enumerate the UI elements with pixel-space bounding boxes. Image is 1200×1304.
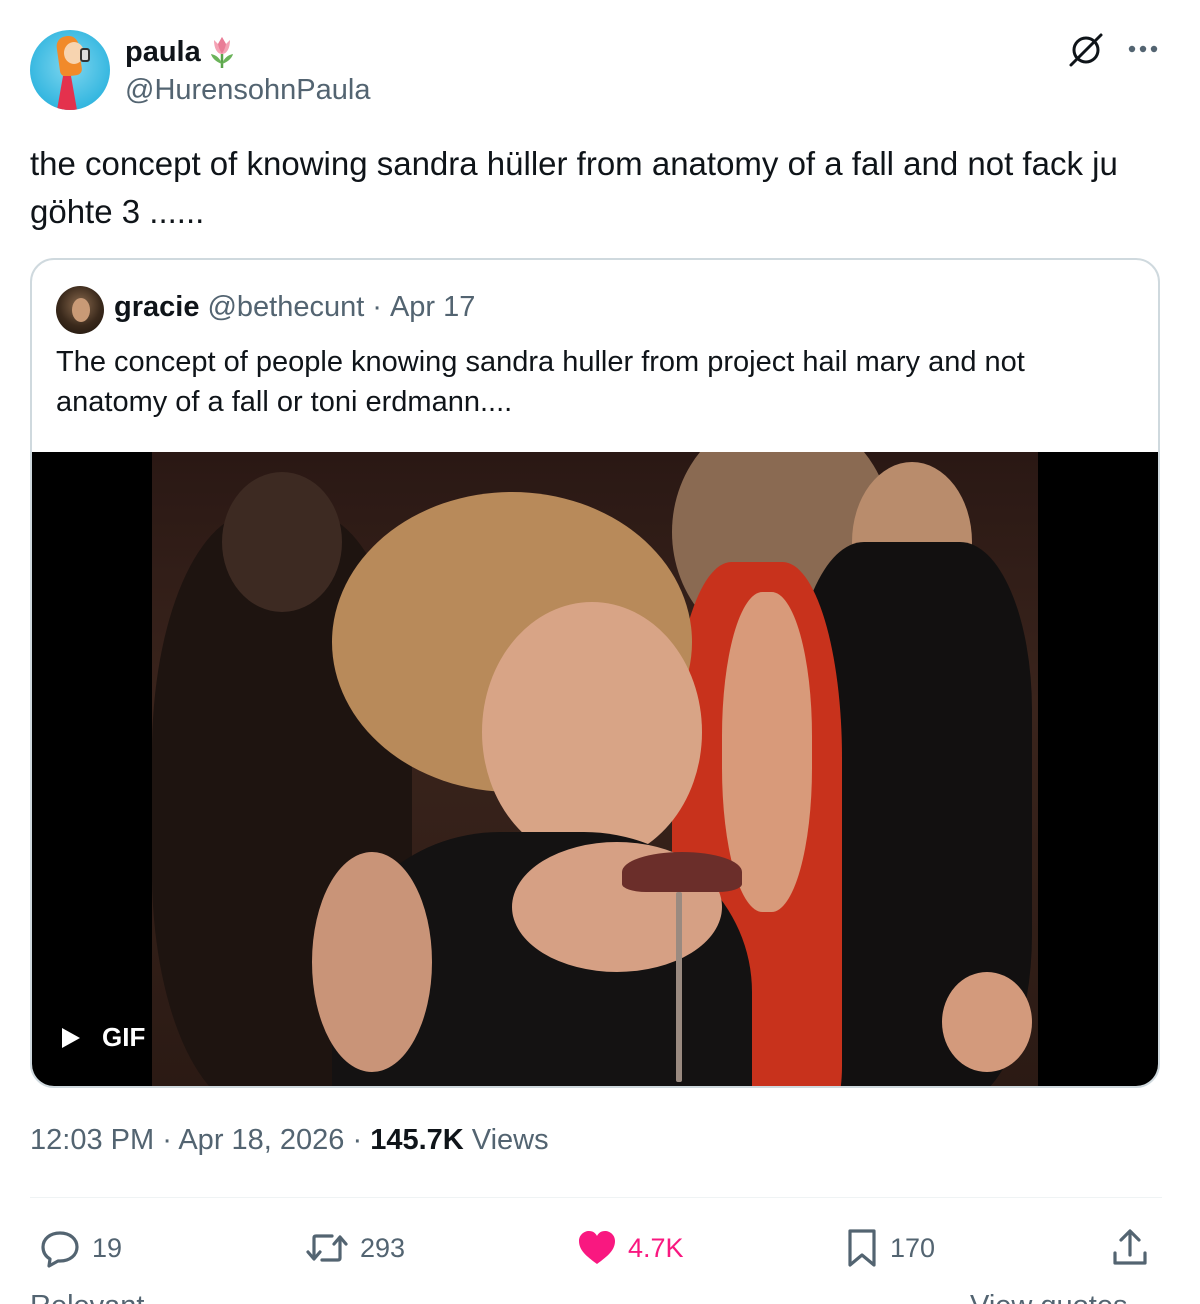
quoted-header: gracie @bethecunt · Apr 17: [114, 291, 475, 324]
heart-icon: [579, 1231, 615, 1264]
tweet-date[interactable]: Apr 18, 2026: [178, 1124, 344, 1156]
quoted-author-name[interactable]: gracie: [114, 291, 199, 324]
repost-button[interactable]: 293: [304, 1226, 405, 1270]
quoted-author-handle[interactable]: @bethecunt: [207, 291, 364, 324]
bookmark-button[interactable]: 170: [844, 1226, 935, 1270]
author-name[interactable]: paula: [125, 36, 201, 69]
tweet-text: the concept of knowing sandra hüller fro…: [30, 145, 1118, 230]
gif-label: GIF: [102, 1022, 146, 1052]
bookmark-icon: [848, 1229, 876, 1267]
tweet-time[interactable]: 12:03 PM: [30, 1124, 154, 1156]
play-icon[interactable]: [62, 1027, 80, 1048]
meta-separator: ·: [162, 1124, 172, 1156]
reply-button[interactable]: 19: [38, 1226, 122, 1270]
grok-icon[interactable]: [1066, 30, 1106, 70]
share-button[interactable]: [1110, 1226, 1150, 1270]
sort-relevant[interactable]: Relevant: [30, 1290, 144, 1304]
quoted-media-gif[interactable]: GIF: [32, 452, 1158, 1086]
quoted-date[interactable]: Apr 17: [390, 291, 475, 324]
author-name-row[interactable]: paula: [125, 34, 237, 70]
bookmark-count: 170: [890, 1232, 936, 1263]
repost-count: 293: [360, 1232, 406, 1263]
tulip-icon: [207, 34, 237, 70]
reply-count: 19: [92, 1232, 123, 1263]
gif-frame: [152, 452, 1038, 1086]
views-label: Views: [471, 1124, 549, 1156]
repost-icon: [306, 1234, 348, 1262]
reply-icon: [41, 1231, 79, 1268]
tweet-meta: 12:03 PM · Apr 18, 2026 · 145.7K Views: [30, 1124, 549, 1157]
like-count: 4.7K: [628, 1232, 684, 1263]
like-button[interactable]: 4.7K: [576, 1226, 684, 1270]
divider: [30, 1197, 1162, 1198]
author-avatar[interactable]: [30, 30, 110, 110]
view-quotes-link[interactable]: View quotes: [970, 1290, 1127, 1304]
author-handle[interactable]: @HurensohnPaula: [125, 74, 370, 107]
quoted-separator: ·: [372, 291, 382, 323]
gif-badge[interactable]: GIF: [62, 1022, 145, 1053]
quoted-text: The concept of people knowing sandra hul…: [56, 346, 1025, 418]
more-icon[interactable]: [1124, 32, 1164, 66]
share-icon: [1113, 1229, 1147, 1265]
quoted-author-avatar[interactable]: [56, 286, 104, 334]
meta-separator: ·: [352, 1124, 363, 1156]
views-count: 145.7K: [370, 1124, 464, 1156]
quoted-tweet[interactable]: gracie @bethecunt · Apr 17 The concept o…: [30, 258, 1160, 1088]
